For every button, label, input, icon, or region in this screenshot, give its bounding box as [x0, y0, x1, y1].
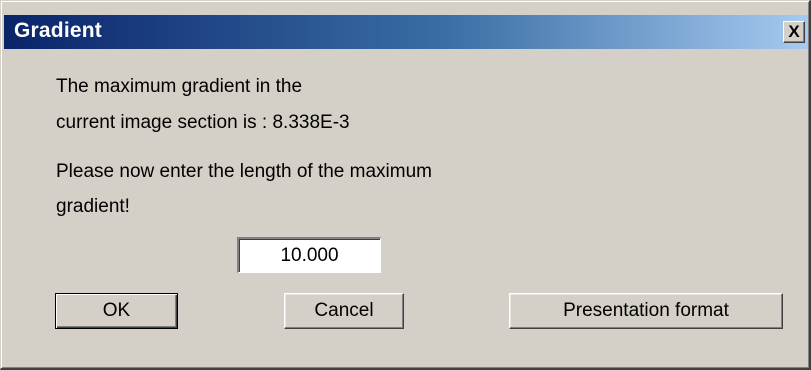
message-line-1: The maximum gradient in the [56, 76, 303, 97]
prompt-line-1: Please now enter the length of the maxim… [56, 161, 432, 182]
gradient-length-input[interactable] [237, 237, 381, 273]
presentation-format-button[interactable]: Presentation format [509, 293, 783, 329]
dialog-title: Gradient [14, 19, 102, 42]
cancel-button[interactable]: Cancel [284, 293, 404, 329]
gradient-dialog: Gradient X The maximum gradient in the c… [0, 0, 811, 370]
message-line-2: current image section is : 8.338E-3 [56, 112, 350, 133]
close-icon: X [788, 22, 800, 41]
close-button[interactable]: X [783, 21, 805, 43]
ok-button[interactable]: OK [55, 293, 178, 329]
title-bar[interactable]: Gradient X [4, 15, 808, 49]
prompt-line-2: gradient! [56, 196, 130, 217]
